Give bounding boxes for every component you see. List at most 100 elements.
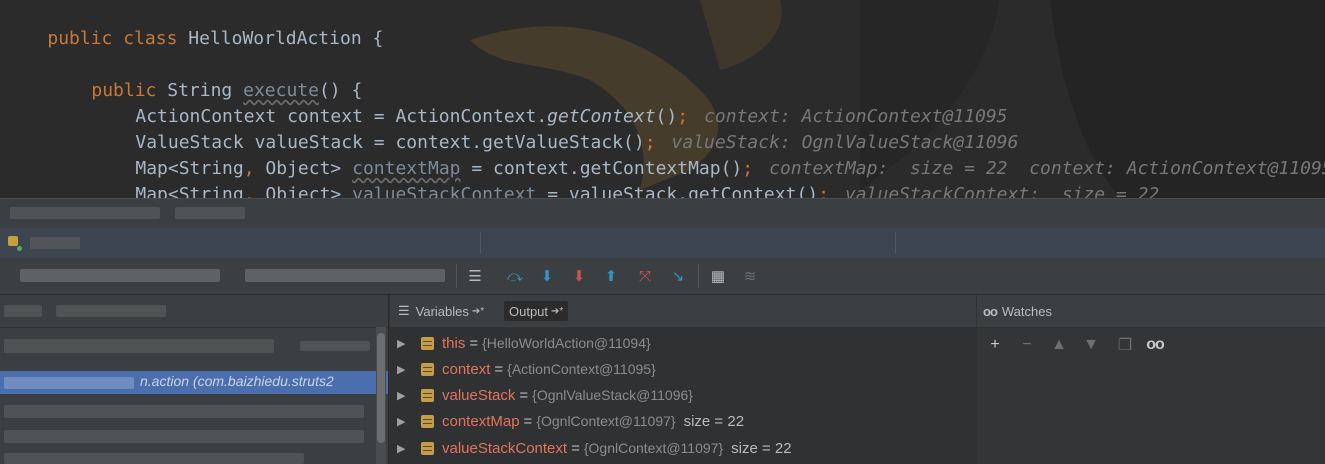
debug-status-dot [17,246,22,251]
unused-variable: valueStackContext [352,184,537,198]
variable-name: valueStack [442,386,516,404]
blurred-title [10,207,160,219]
inline-debug-value: valueStackContext: size = 22 [844,184,1160,198]
frames-scrollbar[interactable] [376,327,386,464]
code-line-context: ActionContext context = ActionContext.ge… [92,78,1007,127]
session-divider [895,232,896,254]
variable-value: {ActionContext@11095} [507,361,656,377]
code-line-valuestack: ValueStack valueStack = context.getValue… [92,104,1018,153]
equals-sign: = [523,412,533,430]
frames-panel: n.action (com.baizhiedu.struts2 [0,295,388,464]
blurred-title [175,207,245,219]
watches-panel: oo Watches + − ▲ ▼ ❐ oo [976,295,1325,464]
blurred-tab[interactable] [245,269,445,282]
step-over-icon[interactable]: ⤼ [504,265,526,287]
debug-session-bar[interactable] [0,228,1325,258]
drop-frame-icon[interactable]: ⤧ [634,265,656,287]
debugger-toolbar [0,258,1325,295]
variables-panel: ☰ Variables ➔* Output ➔* ▶ this = {HelloWo… [389,295,976,464]
remove-watch-icon[interactable]: − [1017,335,1037,355]
run-to-cursor-icon[interactable]: ↘ [667,265,689,287]
move-up-icon[interactable]: ▲ [1049,335,1069,355]
trace-icon[interactable]: ≋ [739,265,761,287]
code-text: Object> [254,184,353,198]
keyword: public [47,28,113,49]
method-declaration-line: public String execute() { [48,52,362,101]
frames-panel-header [0,295,388,328]
field-icon [421,414,434,428]
blurred-session-name [30,237,80,249]
field-icon [421,388,434,402]
equals-sign: = [571,439,580,457]
blurred-thread-selector[interactable] [4,305,42,317]
keyword: class [123,28,178,49]
tab-output-label: Output [509,303,549,319]
semicolon: ; [818,184,829,198]
equals-sign: = [519,386,529,404]
evaluate-expression-icon[interactable]: ▦ [707,265,729,287]
duplicate-watch-icon[interactable]: ❐ [1115,335,1135,355]
tab-variables[interactable]: ☰ Variables ➔* [398,301,484,321]
blurred-frame [4,377,134,389]
variable-row[interactable]: ▶ context = {ActionContext@11095} [390,356,976,382]
list-icon: ☰ [398,303,410,318]
force-step-into-icon[interactable]: ⬇ [568,265,590,287]
pin-icon: ➔* [471,305,485,317]
frames-menu-icon[interactable]: ☰ [464,265,486,287]
variable-row[interactable]: ▶ this = {HelloWorldAction@11094} [390,330,976,356]
equals-sign: = [469,334,479,352]
selected-frame-label: n.action (com.baizhiedu.struts2 [140,373,334,389]
comma: , [243,184,255,198]
session-divider [480,232,481,254]
show-watches-icon[interactable]: oo [1145,335,1165,355]
tab-output[interactable]: Output ➔* [504,301,569,321]
variable-value: {OgnlContext@11097} [583,440,724,456]
watches-title: Watches [1001,303,1052,319]
expand-arrow-icon[interactable]: ▶ [397,363,407,376]
variable-name: valueStackContext [442,439,568,457]
variable-row[interactable]: ▶ valueStackContext = {OgnlContext@11097} s… [390,435,976,461]
variable-row[interactable]: ▶ valueStack = {OgnlValueStack@11096} [390,382,976,408]
field-icon [421,441,434,455]
code-line-contextmap: Map<String, Object> contextMap = context… [92,130,1325,179]
field-icon [421,362,434,376]
expand-arrow-icon[interactable]: ▶ [397,337,407,350]
code-text: Map<String [135,184,244,198]
variable-name: context [442,360,491,378]
variable-row[interactable]: ▶ contextMap = {OgnlContext@11097} size = 2… [390,408,976,434]
step-out-icon[interactable]: ⬆ [600,265,622,287]
code-line-valuestackcontext: Map<String, Object> valueStackContext = … [92,156,1159,198]
expand-arrow-icon[interactable]: ▶ [397,415,407,428]
debug-tool-window-header [0,198,1325,229]
tab-variables-label: Variables [415,303,469,319]
blurred-frame[interactable] [4,339,274,353]
toolbar-separator [456,264,457,288]
pin-icon: ➔* [551,305,564,317]
blurred-frame[interactable] [4,453,304,464]
blurred-tab[interactable] [20,269,220,282]
class-name: HelloWorldAction [188,28,362,49]
add-watch-icon[interactable]: + [985,335,1005,355]
blurred-frame[interactable] [4,405,364,418]
field-icon [421,336,434,350]
equals-sign: = [494,360,504,378]
variable-name: contextMap [442,412,520,430]
toolbar-separator [698,264,699,288]
expand-arrow-icon[interactable]: ▶ [397,442,407,455]
expand-arrow-icon[interactable]: ▶ [397,389,407,402]
debug-session-icon [8,236,18,246]
blurred-frame[interactable] [4,430,364,443]
scroll-thumb[interactable] [377,333,385,443]
variable-value: {OgnlContext@11097} [536,413,676,429]
class-declaration-line: public class HelloWorldAction { [4,0,383,49]
code-editor[interactable]: public class HelloWorldAction { public S… [0,0,1325,198]
variables-tab-bar: ☰ Variables ➔* Output ➔* [390,295,976,328]
variable-name: this [442,334,466,352]
variable-extra: size = 22 [731,439,792,457]
step-into-icon[interactable]: ⬇ [536,265,558,287]
move-down-icon[interactable]: ▼ [1081,335,1101,355]
blurred-frame[interactable] [300,341,370,351]
blurred-thread-selector[interactable] [56,305,166,317]
code-text: = valueStack.getContext() [536,184,819,198]
variable-extra: size = 22 [683,412,745,430]
